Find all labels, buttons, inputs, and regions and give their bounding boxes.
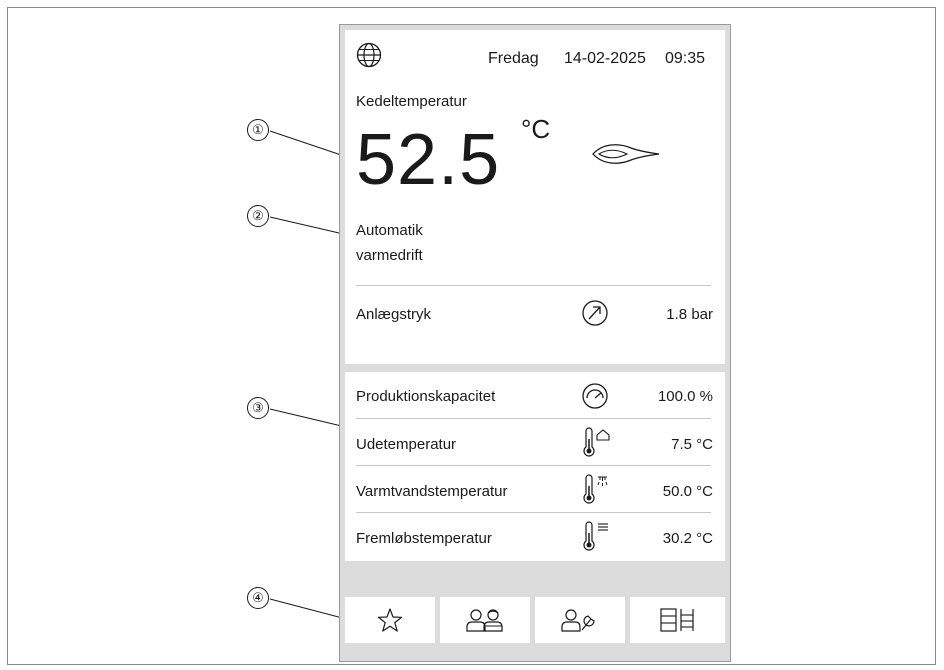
operating-mode-line2: varmedrift — [356, 247, 423, 264]
status-bar: Fredag 14-02-2025 09:35 — [345, 30, 725, 80]
pressure-label: Anlægstryk — [356, 306, 432, 323]
list-item[interactable]: Udetemperatur 7.5 °C — [345, 419, 725, 466]
callout-1: ① — [247, 119, 269, 141]
capacity-gauge-icon — [582, 383, 608, 409]
operating-mode-line1: Automatik — [356, 222, 423, 239]
list-item[interactable]: Produktionskapacitet 100.0 % — [345, 372, 725, 419]
pressure-gauge-icon — [582, 300, 608, 326]
reading-value: 50.0 °C — [662, 483, 713, 500]
controller-display: Fredag 14-02-2025 09:35 Kedeltemperatur … — [339, 24, 731, 662]
reading-value: 7.5 °C — [671, 436, 713, 453]
nav-users-button[interactable] — [440, 597, 530, 643]
list-item[interactable]: Varmtvandstemperatur 50.0 °C — [345, 466, 725, 513]
reading-label: Udetemperatur — [356, 436, 457, 453]
readings-list: Produktionskapacitet 100.0 % Udetemperat… — [345, 372, 725, 561]
nav-system-button[interactable] — [630, 597, 725, 643]
reading-label: Produktionskapacitet — [356, 388, 496, 405]
boiler-system-icon — [659, 608, 694, 632]
star-icon — [377, 608, 403, 632]
service-user-icon — [561, 609, 595, 632]
nav-service-button[interactable] — [535, 597, 625, 643]
globe-icon[interactable] — [356, 42, 382, 68]
list-item[interactable]: Fremløbstemperatur 30.2 °C — [345, 513, 725, 561]
reading-label: Varmtvandstemperatur — [356, 483, 508, 500]
outdoor-thermometer-icon — [583, 427, 610, 457]
reading-label: Fremløbstemperatur — [356, 530, 492, 547]
reading-value: 30.2 °C — [662, 530, 713, 547]
callout-3: ③ — [247, 397, 269, 419]
callout-4: ④ — [247, 587, 269, 609]
reading-value: 100.0 % — [657, 388, 713, 405]
divider — [356, 285, 711, 286]
nav-favorites-button[interactable] — [345, 597, 435, 643]
pressure-value: 1.8 bar — [666, 306, 713, 323]
main-status-card: Fredag 14-02-2025 09:35 Kedeltemperatur … — [345, 30, 725, 364]
date-label: 14-02-2025 — [564, 50, 646, 67]
flame-icon — [592, 144, 660, 164]
boiler-temp-unit: °C — [521, 114, 551, 144]
flow-thermometer-icon — [583, 521, 608, 551]
time-label: 09:35 — [665, 50, 706, 67]
callout-2: ② — [247, 205, 269, 227]
boiler-temp-value: 52.5 — [356, 120, 501, 200]
hot-water-thermometer-icon — [583, 474, 608, 504]
boiler-temp-label: Kedeltemperatur — [356, 93, 467, 110]
day-label: Fredag — [488, 50, 539, 67]
bottom-navigation — [345, 597, 725, 643]
users-icon — [466, 609, 503, 632]
